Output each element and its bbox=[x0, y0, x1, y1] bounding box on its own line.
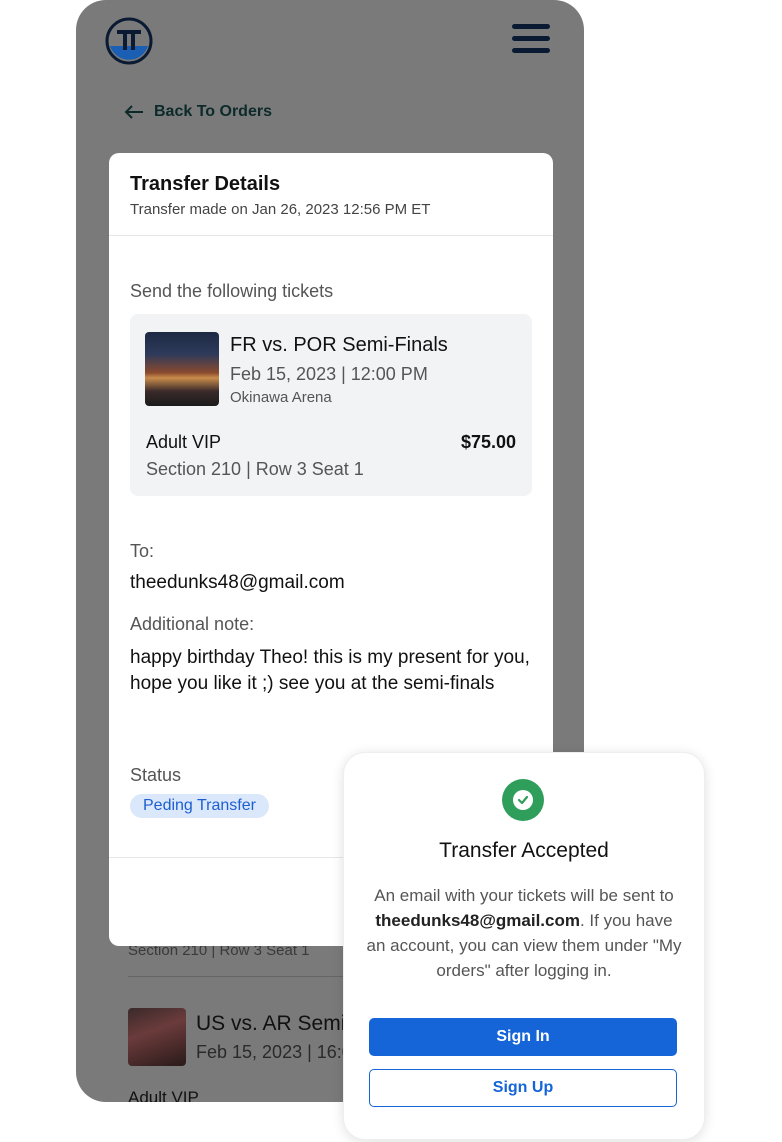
card-title: Transfer Details bbox=[130, 173, 281, 195]
ticket-summary: FR vs. POR Semi-Finals Feb 15, 2023 | 12… bbox=[130, 314, 532, 496]
card-header: Transfer Details Transfer made on Jan 26… bbox=[109, 153, 553, 236]
modal-message-email: theedunks48@gmail.com bbox=[375, 911, 580, 930]
ticket-price: $75.00 bbox=[460, 432, 516, 452]
ticket-seat: Section 210 | Row 3 Seat 1 bbox=[146, 459, 364, 479]
arrow-left-icon bbox=[124, 105, 143, 119]
status-label: Status bbox=[130, 765, 182, 785]
transfer-accepted-modal: Transfer Accepted An email with your tic… bbox=[343, 752, 705, 1140]
sign-in-button[interactable]: Sign In bbox=[369, 1018, 677, 1056]
bg-event-thumbnail bbox=[128, 1008, 186, 1066]
logo-icon[interactable] bbox=[104, 16, 154, 66]
check-circle-icon bbox=[502, 779, 544, 821]
note-label: Additional note: bbox=[130, 614, 255, 634]
card-subtitle: Transfer made on Jan 26, 2023 12:56 PM E… bbox=[130, 201, 431, 218]
modal-message: An email with your tickets will be sent … bbox=[364, 883, 684, 983]
back-link-label: Back To Orders bbox=[154, 103, 272, 120]
event-venue: Okinawa Arena bbox=[230, 389, 332, 406]
modal-title: Transfer Accepted bbox=[439, 839, 609, 862]
event-title: FR vs. POR Semi-Finals bbox=[230, 334, 448, 356]
recipient-email: theedunks48@gmail.com bbox=[130, 572, 345, 593]
to-label: To: bbox=[130, 541, 155, 561]
bg-ticket-tier: Adult VIP bbox=[128, 1088, 199, 1102]
note-text: happy birthday Theo! this is my present … bbox=[130, 647, 530, 694]
event-thumbnail bbox=[145, 332, 219, 406]
hamburger-menu-icon[interactable] bbox=[512, 24, 550, 58]
back-to-orders-link[interactable]: Back To Orders bbox=[124, 103, 272, 121]
send-tickets-label: Send the following tickets bbox=[130, 281, 334, 301]
status-badge: Peding Transfer bbox=[130, 794, 269, 818]
ticket-tier: Adult VIP bbox=[146, 432, 222, 452]
sign-up-button[interactable]: Sign Up bbox=[369, 1069, 677, 1107]
event-date: Feb 15, 2023 | 12:00 PM bbox=[230, 364, 428, 384]
modal-message-prefix: An email with your tickets will be sent … bbox=[374, 886, 674, 905]
